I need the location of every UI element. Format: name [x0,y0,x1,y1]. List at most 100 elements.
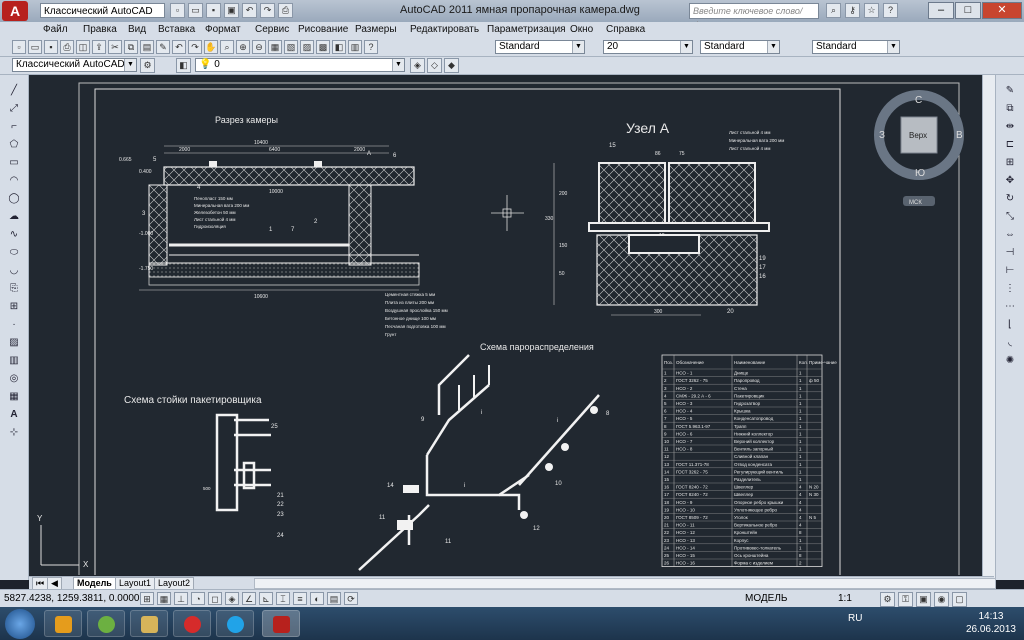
mirror-icon[interactable]: ⇹ [1002,119,1018,135]
menu-window[interactable]: Окно [570,24,593,35]
menu-edit[interactable]: Правка [83,24,117,35]
minimize-button[interactable]: – [928,2,954,19]
workspace-combo[interactable]: Классический AutoCAD ▼ [12,58,137,72]
hardware-accel-icon[interactable]: ▣ [916,592,931,607]
save-icon[interactable]: ▪ [206,3,221,18]
menu-draw[interactable]: Рисование [298,24,348,35]
break-icon[interactable]: ⋮ [1002,281,1018,297]
task-autocad[interactable] [262,610,300,637]
table-style-select[interactable]: Standard ▼ [812,40,900,54]
ortho-icon[interactable]: ⊥ [174,592,188,605]
ellipse-icon[interactable]: ⬭ [6,245,22,261]
star-icon[interactable]: ☆ [864,3,879,18]
layer-properties-icon[interactable]: ◧ [176,58,191,73]
task-opera[interactable] [173,610,211,637]
properties-icon[interactable]: ▦ [268,40,282,54]
move-icon[interactable]: ✥ [1002,173,1018,189]
new-file-icon[interactable]: ▫ [12,40,26,54]
make-current-icon[interactable]: ◈ [410,58,425,73]
transparency-icon[interactable]: ◐ [310,592,324,605]
spline-icon[interactable]: ∿ [6,227,22,243]
stretch-icon[interactable]: ⇔ [1002,227,1018,243]
revcloud-icon[interactable]: ☁ [6,209,22,225]
start-button[interactable] [5,609,35,639]
workspace-selector[interactable]: Классический AutoCAD [40,3,165,18]
menu-service[interactable]: Сервис [255,24,289,35]
viewcube-face[interactable]: Верх [909,131,927,140]
viewcube-east[interactable]: В [956,130,963,141]
task-media-player[interactable] [44,610,82,637]
lineweight-icon[interactable]: ≡ [293,592,307,605]
markup-icon[interactable]: ◧ [332,40,346,54]
layer-prev-icon[interactable]: ◇ [427,58,442,73]
clean-screen-icon[interactable]: ▢ [952,592,967,607]
settings-icon[interactable]: ⚙ [140,58,155,73]
sheetset-icon[interactable]: ▩ [316,40,330,54]
menu-format[interactable]: Формат [205,24,241,35]
region-icon[interactable]: ◎ [6,371,22,387]
text-style-select[interactable]: Standard ▼ [495,40,585,54]
preview-icon[interactable]: ◫ [76,40,90,54]
dyn-icon[interactable]: ⌶ [276,592,290,605]
menu-parametric[interactable]: Параметризация [487,24,566,35]
extend-icon[interactable]: ⊢ [1002,263,1018,279]
gradient-icon[interactable]: ▥ [6,353,22,369]
help-icon[interactable]: ? [883,3,898,18]
pan-icon[interactable]: ✋ [204,40,218,54]
menu-help[interactable]: Справка [606,24,645,35]
save-file-icon[interactable]: ▪ [44,40,58,54]
scale-icon[interactable]: ⤡ [1002,209,1018,225]
print-icon[interactable]: ⎙ [60,40,74,54]
undo2-icon[interactable]: ↶ [172,40,186,54]
undo-icon[interactable]: ↶ [242,3,257,18]
rotate-icon[interactable]: ↻ [1002,191,1018,207]
array-icon[interactable]: ⊞ [1002,155,1018,171]
drawing-canvas[interactable]: Разрез камеры 10400 2000 6400 2000 10000… [29,75,982,575]
lock-icon[interactable]: ⚿ [898,592,913,607]
vertical-scrollbar[interactable] [982,75,995,580]
dim-size-select[interactable]: 20 ▼ [603,40,693,54]
close-button[interactable]: ✕ [982,2,1022,19]
annotation-scale[interactable]: 1:1 [838,593,852,604]
task-skype[interactable] [216,610,254,637]
polygon-icon[interactable]: ⬠ [6,137,22,153]
language-indicator[interactable]: RU [848,613,862,624]
3dosnap-icon[interactable]: ◈ [225,592,239,605]
calc-icon[interactable]: ▥ [348,40,362,54]
ellipse-arc-icon[interactable]: ◡ [6,263,22,279]
zoom-icon[interactable]: ⌕ [220,40,234,54]
viewcube-west[interactable]: З [879,130,885,141]
circle-icon[interactable]: ◯ [6,191,22,207]
paste-icon[interactable]: ▤ [140,40,154,54]
open-icon[interactable]: ▭ [188,3,203,18]
osnap-icon[interactable]: ◻ [208,592,222,605]
autocad-logo-icon[interactable]: A [2,1,28,21]
redo-icon[interactable]: ↷ [260,3,275,18]
grid-icon[interactable]: ▦ [157,592,171,605]
copy-object-icon[interactable]: ⧉ [1002,101,1018,117]
xline-icon[interactable]: ⤢ [6,101,22,117]
table-icon[interactable]: ▦ [6,389,22,405]
chamfer-icon[interactable]: ⌊ [1002,317,1018,333]
polyline-icon[interactable]: ⌐ [6,119,22,135]
add-selected-icon[interactable]: ⊹ [6,425,22,441]
saveas-icon[interactable]: ▣ [224,3,239,18]
hatch-icon[interactable]: ▨ [6,335,22,351]
match-icon[interactable]: ✎ [156,40,170,54]
menu-dimensions[interactable]: Размеры [355,24,397,35]
menu-insert[interactable]: Вставка [158,24,195,35]
menu-file[interactable]: Файл [43,24,68,35]
open-file-icon[interactable]: ▭ [28,40,42,54]
layer-select[interactable]: 💡 0 ▼ [195,58,405,72]
viewcube[interactable]: Верх С Ю З В МСК [874,90,964,206]
design-center-icon[interactable]: ▧ [284,40,298,54]
zoom-window-icon[interactable]: ⊕ [236,40,250,54]
key-icon[interactable]: ⚷ [845,3,860,18]
publish-icon[interactable]: ⇪ [92,40,106,54]
mtext-icon[interactable]: A [6,407,22,423]
arc-icon[interactable]: ◠ [6,173,22,189]
erase-icon[interactable]: ✎ [1002,83,1018,99]
trim-icon[interactable]: ⊣ [1002,245,1018,261]
search-input[interactable]: Введите ключевое слово/фразу [689,3,819,30]
ucs-menu[interactable]: МСК [909,200,922,206]
